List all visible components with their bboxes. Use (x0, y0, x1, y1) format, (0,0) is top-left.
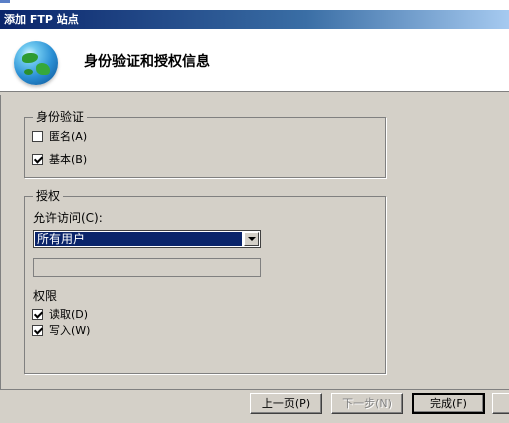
basic-checkbox[interactable] (32, 153, 43, 165)
basic-label: 基本(B) (49, 153, 88, 166)
previous-button[interactable]: 上一页(P) (250, 393, 322, 414)
users-input (33, 258, 261, 277)
basic-option[interactable]: 基本(B) (32, 151, 87, 167)
page-title: 身份验证和授权信息 (84, 54, 210, 70)
authorization-group: 授权 允许访问(C): 所有用户 权限 读取(D) 写入(W) (24, 189, 386, 374)
footer-separator (0, 389, 509, 390)
window-title: 添加 FTP 站点 (4, 13, 79, 26)
allow-access-label: 允许访问(C): (33, 211, 103, 225)
anonymous-label: 匿名(A) (49, 130, 88, 143)
authorization-legend: 授权 (33, 189, 64, 203)
read-option[interactable]: 读取(D) (32, 306, 88, 322)
write-option[interactable]: 写入(W) (32, 322, 90, 338)
read-label: 读取(D) (49, 308, 89, 321)
write-checkbox[interactable] (32, 324, 43, 336)
top-strip-accent (0, 0, 10, 3)
next-button: 下一步(N) (331, 393, 403, 414)
wizard-header: 身份验证和授权信息 (0, 29, 509, 92)
permissions-label: 权限 (33, 289, 58, 303)
allow-access-select[interactable]: 所有用户 (33, 230, 261, 248)
window-titlebar[interactable]: 添加 FTP 站点 (0, 10, 509, 29)
anonymous-checkbox[interactable] (32, 130, 43, 142)
globe-icon (14, 41, 58, 85)
anonymous-option[interactable]: 匿名(A) (32, 128, 87, 144)
left-border (0, 95, 1, 390)
cancel-button[interactable] (492, 393, 509, 414)
authentication-legend: 身份验证 (33, 110, 88, 124)
chevron-down-icon[interactable] (244, 232, 259, 246)
write-label: 写入(W) (49, 324, 91, 337)
read-checkbox[interactable] (32, 308, 43, 320)
authentication-group: 身份验证 匿名(A) 基本(B) (24, 110, 386, 178)
top-strip (0, 0, 509, 10)
allow-access-value: 所有用户 (35, 232, 242, 246)
finish-button[interactable]: 完成(F) (412, 393, 485, 414)
